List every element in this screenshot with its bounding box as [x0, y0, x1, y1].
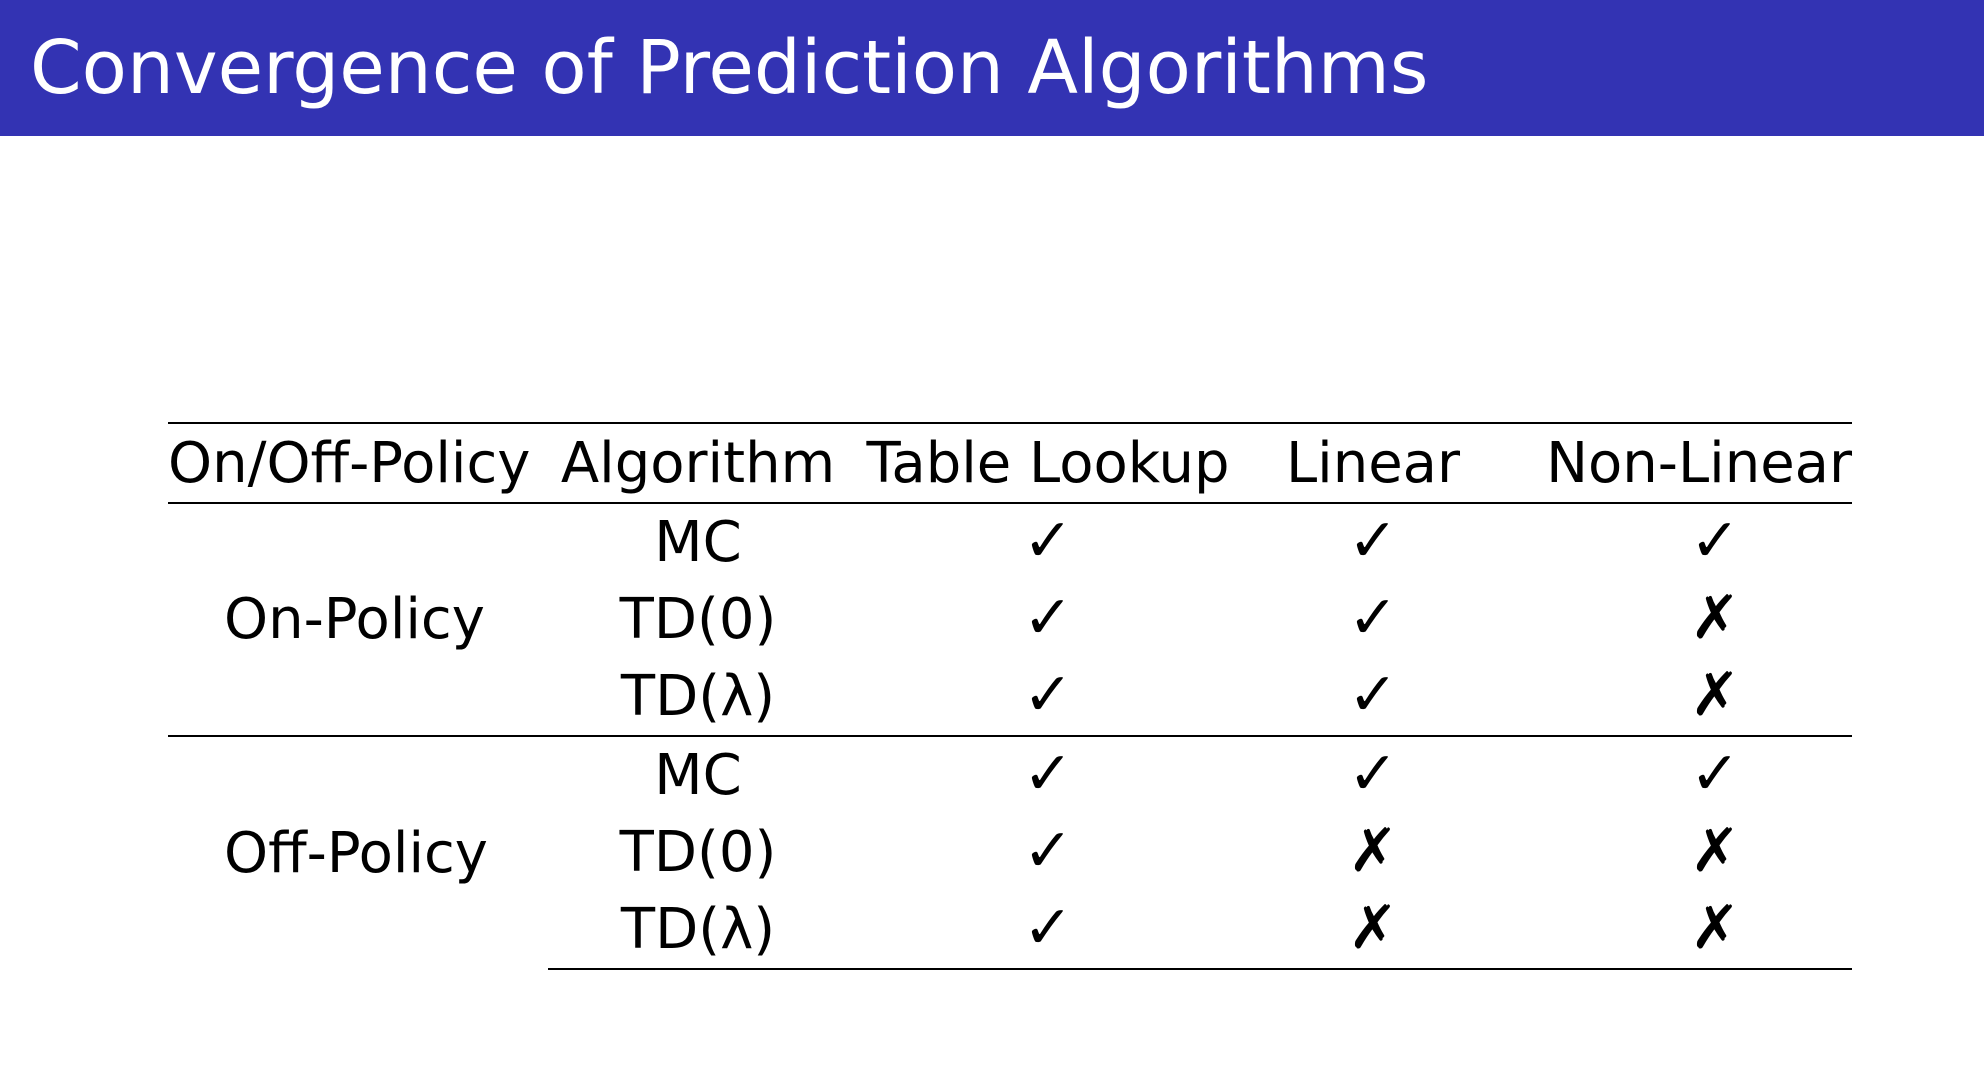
algorithm-cell: TD(λ)	[620, 664, 776, 729]
table-lookup-mark: ✓	[1022, 893, 1074, 963]
slide: Convergence of Prediction Algorithms On/…	[0, 0, 1984, 1072]
linear-mark: ✓	[1347, 739, 1399, 809]
non-linear-mark: ✗	[1689, 893, 1741, 963]
header-row: On/Off-Policy Algorithm Table Lookup Lin…	[168, 422, 1852, 504]
header-table-lookup: Table Lookup	[848, 422, 1248, 504]
algorithm-cell: TD(0)	[619, 587, 777, 652]
algorithm-cell: TD(0)	[619, 820, 777, 885]
group-on-policy: On-Policy MC ✓ ✓ ✓ TD(0) ✓ ✓ ✗ TD(λ) ✓ ✓…	[168, 503, 1852, 736]
header-non-linear: Non-Linear	[1498, 422, 1852, 504]
non-linear-mark: ✗	[1689, 816, 1741, 886]
header-algorithm: Algorithm	[548, 422, 848, 504]
table-lookup-mark: ✓	[1022, 816, 1074, 886]
title-bar: Convergence of Prediction Algorithms	[0, 0, 1984, 136]
convergence-table: On/Off-Policy Algorithm Table Lookup Lin…	[168, 422, 1852, 970]
slide-title: Convergence of Prediction Algorithms	[30, 25, 1429, 111]
linear-mark: ✓	[1347, 660, 1399, 730]
policy-label: Off-Policy	[168, 735, 548, 969]
table-row: Off-Policy MC ✓ ✓ ✓	[168, 735, 1852, 969]
header-policy: On/Off-Policy	[168, 422, 548, 504]
convergence-table-container: On/Off-Policy Algorithm Table Lookup Lin…	[168, 422, 1852, 970]
group-off-policy: Off-Policy MC ✓ ✓ ✓ TD(0) ✓ ✗ ✗ TD(λ) ✓ …	[168, 735, 1852, 970]
non-linear-mark: ✓	[1689, 739, 1741, 809]
table-lookup-mark: ✓	[1022, 583, 1074, 653]
linear-mark: ✗	[1347, 893, 1399, 963]
non-linear-mark: ✓	[1689, 506, 1741, 576]
policy-label: On-Policy	[224, 587, 485, 652]
non-linear-mark: ✗	[1689, 660, 1741, 730]
algorithm-cell: TD(λ)	[548, 891, 848, 970]
header-linear: Linear	[1248, 422, 1498, 504]
algorithm-cell: MC	[654, 510, 742, 575]
table-row: On-Policy MC ✓ ✓ ✓	[168, 503, 1852, 652]
algorithm-cell: MC	[548, 735, 848, 814]
non-linear-mark: ✗	[1689, 583, 1741, 653]
linear-mark: ✗	[1347, 816, 1399, 886]
table-lookup-mark: ✓	[1022, 506, 1074, 576]
linear-mark: ✓	[1347, 506, 1399, 576]
linear-mark: ✓	[1347, 583, 1399, 653]
table-lookup-mark: ✓	[1022, 739, 1074, 809]
table-lookup-mark: ✓	[1022, 660, 1074, 730]
